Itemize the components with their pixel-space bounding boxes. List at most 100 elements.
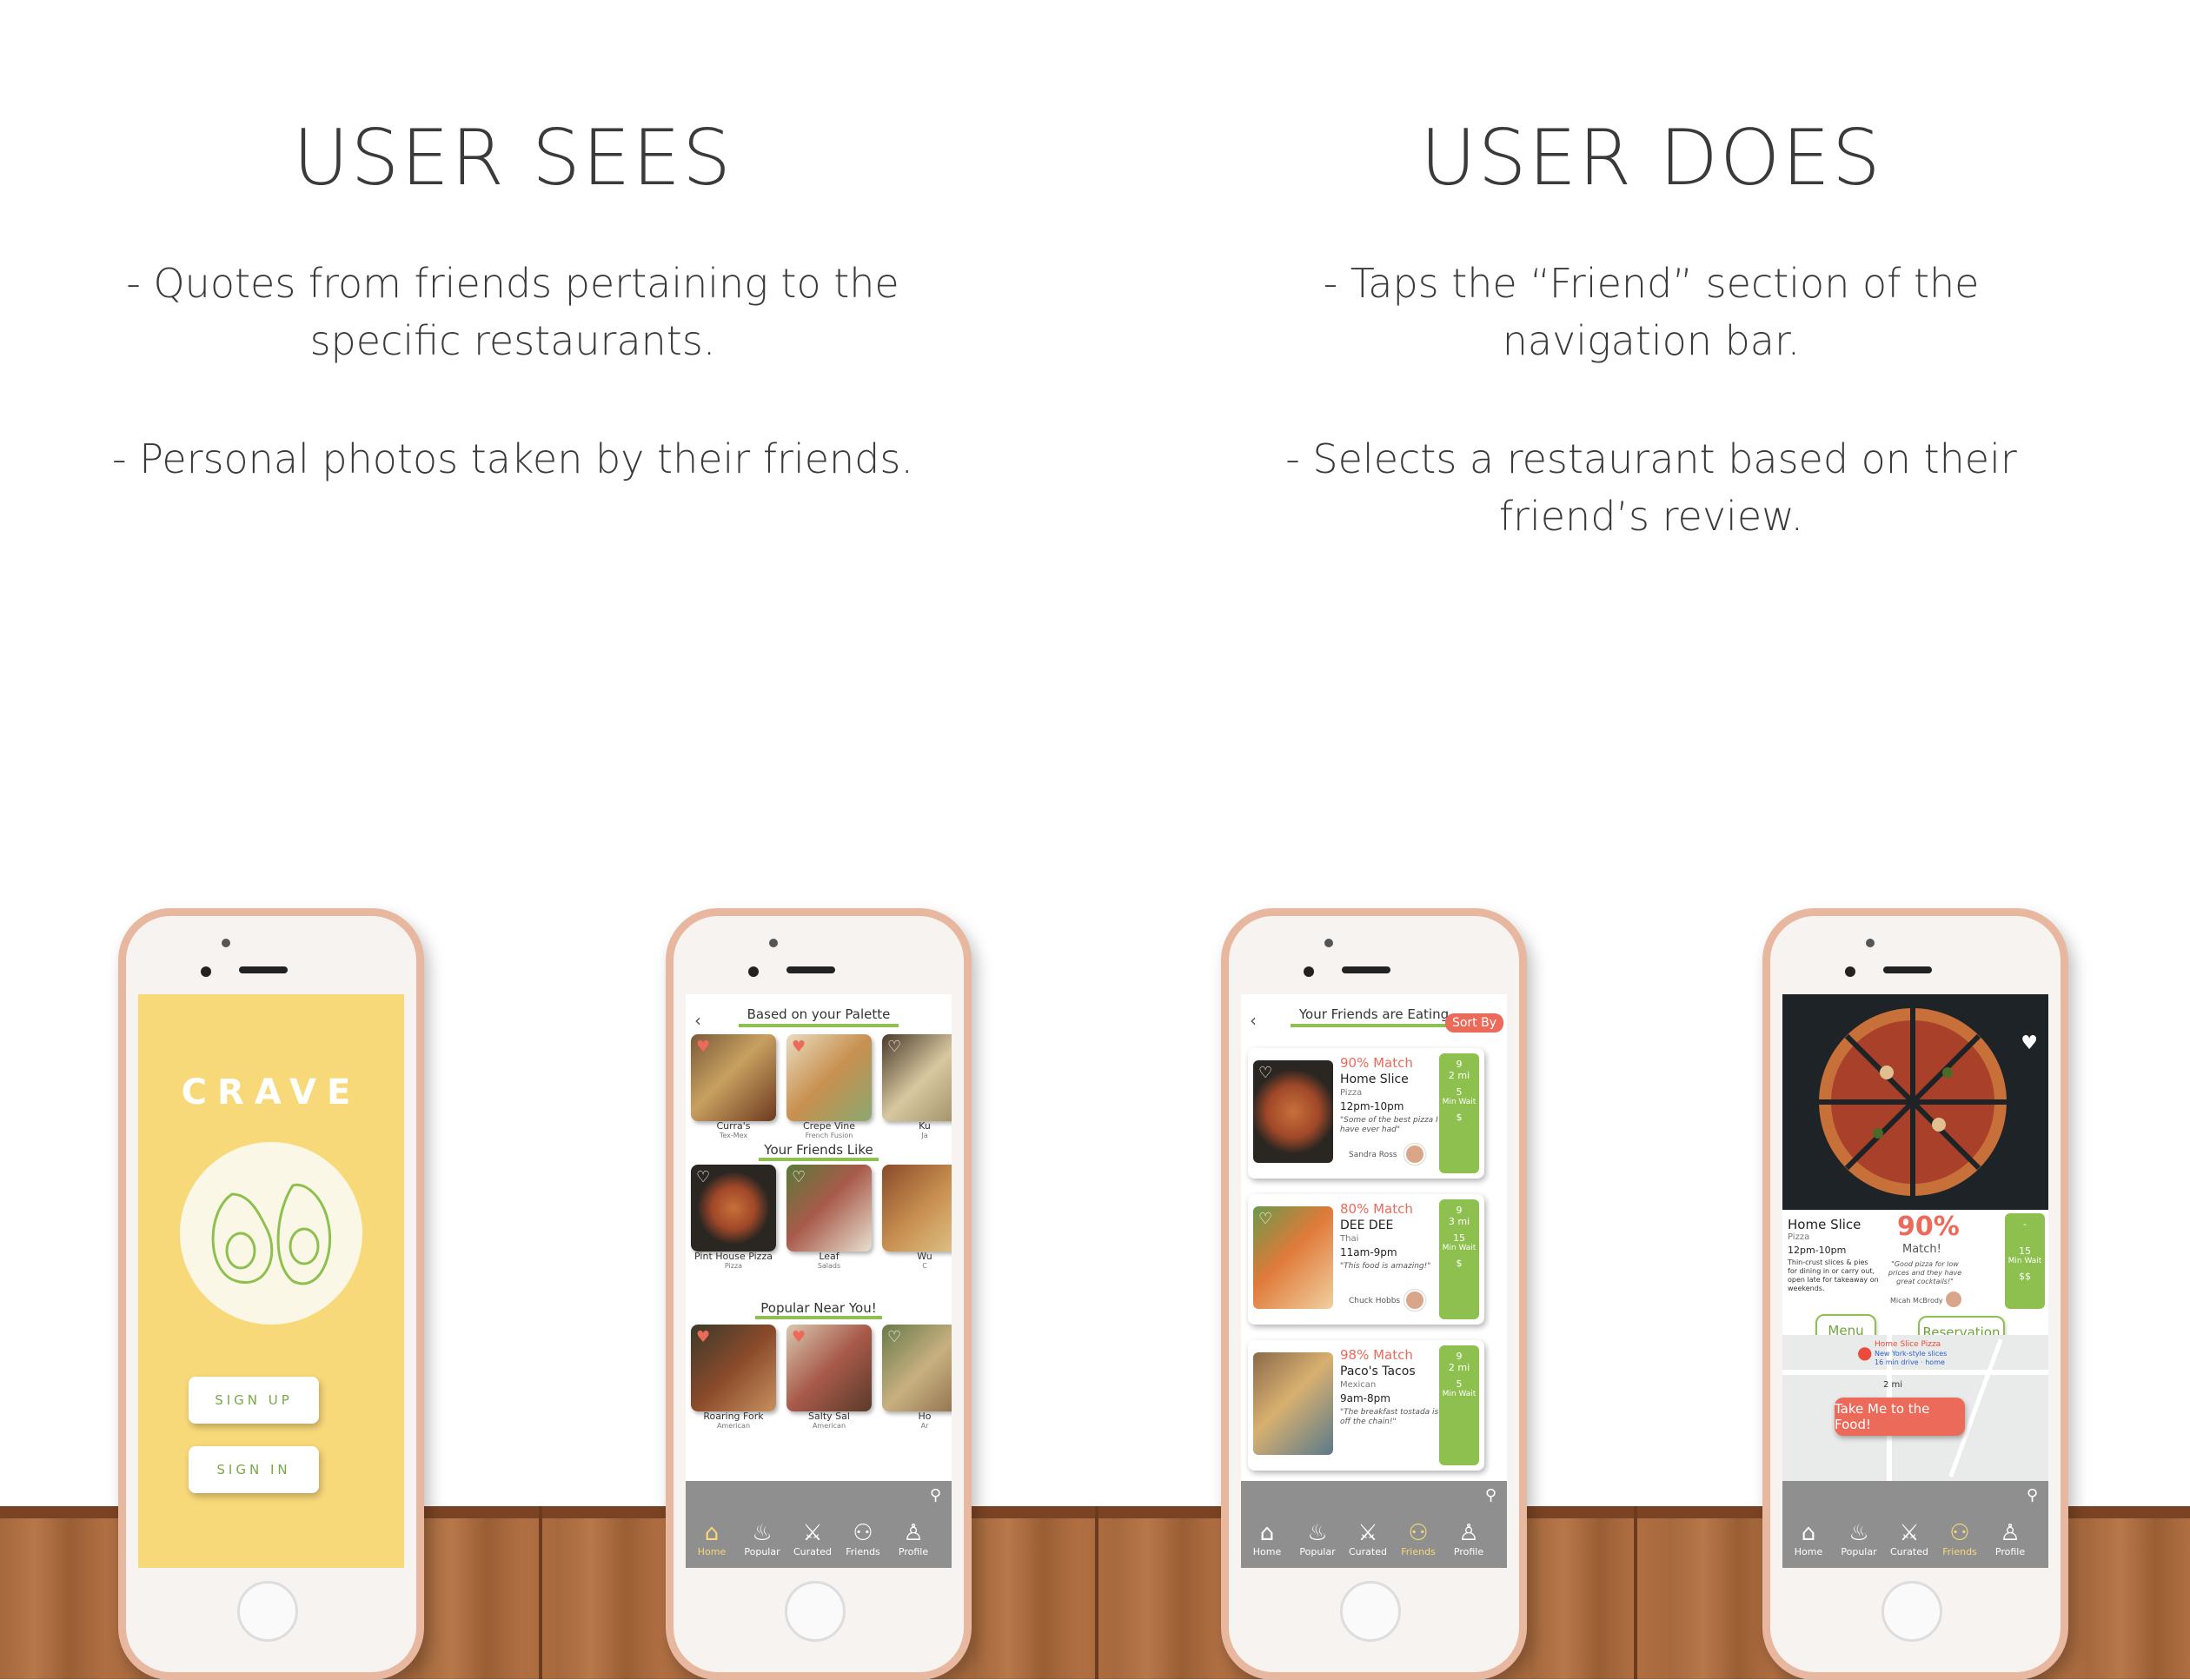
phone-restaurant-detail: ♥ Home Slice Pizza 12pm-10pm Thin-crust … bbox=[1762, 908, 2068, 1680]
phone-home-feed: ‹ Based on your Palette Curra's Tex-Mex … bbox=[666, 908, 972, 1680]
match-percent: 80% Match bbox=[1340, 1201, 1413, 1217]
restaurant-name: Wu bbox=[917, 1251, 932, 1262]
nav-popular[interactable]: ♨ Popular bbox=[1835, 1520, 1883, 1557]
friend-restaurant-card[interactable]: ♡ 80% Match DEE DEE Thai 11am-9pm "This … bbox=[1248, 1194, 1484, 1325]
heart-icon[interactable]: ♡ bbox=[696, 1168, 710, 1186]
home-icon: ⌂ bbox=[1801, 1520, 1816, 1546]
friend-quote: "Good pizza for low prices and they have… bbox=[1888, 1260, 1962, 1285]
heart-icon[interactable]: ♥ bbox=[792, 1038, 806, 1056]
launch-screen: CRAVE SIGN UP SIGN IN bbox=[138, 994, 404, 1568]
restaurant-tile[interactable]: Wu C bbox=[882, 1165, 952, 1270]
utensils-icon: ⚔ bbox=[1357, 1520, 1378, 1546]
nav-curated-label: Curated bbox=[1890, 1546, 1928, 1557]
nav-popular[interactable]: ♨ Popular bbox=[1293, 1520, 1342, 1557]
nav-friends[interactable]: ⚇ Friends bbox=[839, 1520, 887, 1557]
home-button[interactable] bbox=[1340, 1581, 1401, 1642]
friends-icon: ⚇ bbox=[853, 1520, 873, 1546]
heart-icon[interactable]: ♥ bbox=[792, 1328, 806, 1346]
restaurant-tile[interactable]: Pint House Pizza Pizza ♡ bbox=[691, 1165, 776, 1270]
restaurant-tile[interactable]: Crepe Vine French Fusion ♥ bbox=[786, 1034, 872, 1139]
proximity-sensor bbox=[1866, 939, 1875, 947]
phone-launch: CRAVE SIGN UP SIGN IN bbox=[118, 908, 424, 1680]
section-title-palette: Based on your Palette bbox=[738, 1006, 899, 1027]
pizza-illustration bbox=[1819, 1008, 2007, 1196]
home-button[interactable] bbox=[237, 1581, 298, 1642]
distance-unit: 2 mi bbox=[1448, 1070, 1470, 1081]
restaurant-tile[interactable]: Roaring Fork American ♥ bbox=[691, 1325, 776, 1430]
heart-icon[interactable]: ♡ bbox=[1258, 1064, 1272, 1082]
friend-quote: "Some of the best pizza I have ever had" bbox=[1340, 1116, 1438, 1134]
heart-icon[interactable]: ♥ bbox=[696, 1328, 710, 1346]
nav-profile[interactable]: ♙ Profile bbox=[1986, 1520, 2034, 1557]
restaurant-cuisine: American bbox=[716, 1422, 751, 1430]
profile-icon: ♙ bbox=[2000, 1520, 2021, 1546]
nav-friends[interactable]: ⚇ Friends bbox=[1935, 1520, 1984, 1557]
search-icon[interactable]: ⚲ bbox=[1485, 1486, 1496, 1504]
home-button[interactable] bbox=[1881, 1581, 1942, 1642]
phone-friends-feed: ‹ Your Friends are Eating Sort By ♡ 90% … bbox=[1221, 908, 1527, 1680]
home-button[interactable] bbox=[785, 1581, 846, 1642]
nav-profile[interactable]: ♙ Profile bbox=[889, 1520, 938, 1557]
food-photo bbox=[882, 1165, 952, 1252]
sort-by-button[interactable]: Sort By bbox=[1444, 1013, 1503, 1033]
sign-up-button[interactable]: SIGN UP bbox=[189, 1377, 319, 1424]
search-icon[interactable]: ⚲ bbox=[930, 1486, 941, 1504]
take-me-to-food-button[interactable]: Take Me to the Food! bbox=[1835, 1398, 1965, 1436]
nav-curated[interactable]: ⚔ Curated bbox=[1344, 1520, 1392, 1557]
sign-in-button[interactable]: SIGN IN bbox=[189, 1446, 319, 1493]
heart-icon[interactable]: ♥ bbox=[2021, 1033, 2038, 1054]
friends-icon: ⚇ bbox=[1408, 1520, 1429, 1546]
restaurant-cuisine: French Fusion bbox=[805, 1132, 853, 1139]
restaurant-hours: 9am-8pm bbox=[1340, 1392, 1390, 1404]
search-icon[interactable]: ⚲ bbox=[2027, 1486, 2038, 1504]
restaurant-cuisine: Pizza bbox=[1340, 1088, 1363, 1098]
nav-popular[interactable]: ♨ Popular bbox=[738, 1520, 786, 1557]
bottom-nav-bar: ⚲ ⌂ Home ♨ Popular ⚔ Curated ⚇ Friends ♙ Prof… bbox=[1241, 1481, 1507, 1568]
restaurant-tile[interactable]: Ku Ja ♡ bbox=[882, 1034, 952, 1139]
nav-home[interactable]: ⌂ Home bbox=[687, 1520, 736, 1557]
speaker bbox=[1883, 966, 1932, 973]
restaurant-name: Crepe Vine bbox=[802, 1120, 856, 1132]
back-chevron-icon[interactable]: ‹ bbox=[1250, 1010, 1257, 1031]
home-feed-screen: ‹ Based on your Palette Curra's Tex-Mex … bbox=[686, 994, 952, 1568]
nav-profile[interactable]: ♙ Profile bbox=[1444, 1520, 1493, 1557]
restaurant-name: Home Slice bbox=[1788, 1217, 1862, 1232]
front-camera bbox=[748, 966, 759, 977]
nav-curated[interactable]: ⚔ Curated bbox=[1885, 1520, 1934, 1557]
section-title-popular: Popular Near You! bbox=[686, 1300, 952, 1319]
restaurant-tile[interactable]: Leaf Salads ♡ bbox=[786, 1165, 872, 1270]
friend-restaurant-card[interactable]: 98% Match Paco's Tacos Mexican 9am-8pm "… bbox=[1248, 1340, 1484, 1471]
restaurant-tile[interactable]: Salty Sal American ♥ bbox=[786, 1325, 872, 1430]
map-pin-subtitle: New York-style slices bbox=[1875, 1350, 1948, 1358]
heart-icon[interactable]: ♡ bbox=[887, 1038, 901, 1056]
speaker bbox=[1342, 966, 1390, 973]
back-chevron-icon[interactable]: ‹ bbox=[694, 1010, 701, 1031]
restaurant-description: Thin-crust slices & pies for dining in o… bbox=[1788, 1258, 1879, 1292]
wait-value: 15 bbox=[1453, 1232, 1465, 1244]
heart-icon[interactable]: ♥ bbox=[696, 1038, 710, 1056]
nav-curated[interactable]: ⚔ Curated bbox=[788, 1520, 837, 1557]
heart-icon[interactable]: ♡ bbox=[887, 1328, 901, 1346]
flame-icon: ♨ bbox=[752, 1520, 773, 1546]
restaurant-hero-photo: ♥ bbox=[1782, 994, 2048, 1210]
flame-icon: ♨ bbox=[1848, 1520, 1869, 1546]
restaurant-hours: 12pm-10pm bbox=[1340, 1100, 1404, 1112]
nav-home[interactable]: ⌂ Home bbox=[1784, 1520, 1833, 1557]
user-does-title: USER DOES bbox=[1420, 113, 1882, 203]
nav-friends[interactable]: ⚇ Friends bbox=[1394, 1520, 1443, 1557]
section-title-popular-text: Popular Near You! bbox=[755, 1300, 882, 1319]
heart-icon[interactable]: ♡ bbox=[792, 1168, 806, 1186]
speaker bbox=[786, 966, 835, 973]
restaurant-tile[interactable]: Ho Ar ♡ bbox=[882, 1325, 952, 1430]
nav-popular-label: Popular bbox=[744, 1546, 780, 1557]
friend-quote: "This food is amazing!" bbox=[1340, 1262, 1431, 1271]
restaurant-tile[interactable]: Curra's Tex-Mex ♥ bbox=[691, 1034, 776, 1139]
nav-home[interactable]: ⌂ Home bbox=[1243, 1520, 1291, 1557]
friend-restaurant-card[interactable]: ♡ 90% Match Home Slice Pizza 12pm-10pm "… bbox=[1248, 1048, 1484, 1179]
utensils-icon: ⚔ bbox=[1899, 1520, 1920, 1546]
restaurant-cuisine: C bbox=[922, 1262, 927, 1270]
utensils-icon: ⚔ bbox=[802, 1520, 823, 1546]
heart-icon[interactable]: ♡ bbox=[1258, 1210, 1272, 1228]
restaurant-hours: 12pm-10pm bbox=[1788, 1245, 1847, 1256]
friend-name: Micah McBrody bbox=[1890, 1297, 1943, 1305]
